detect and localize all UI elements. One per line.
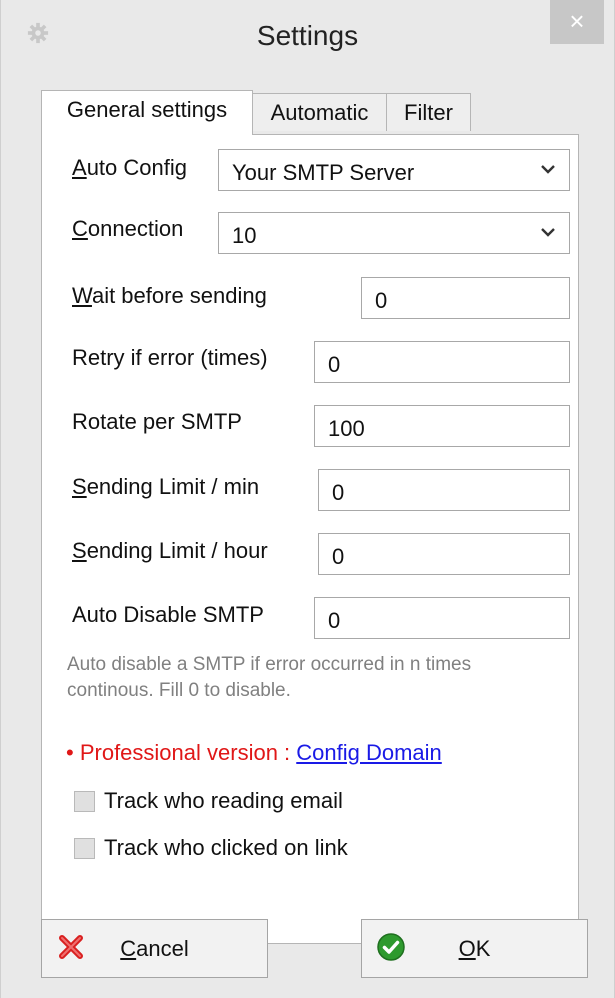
- sending-limit-min-label: Sending Limit / min: [72, 474, 260, 499]
- cancel-label: Cancel: [120, 936, 189, 961]
- general-settings-panel: Auto Config Your SMTP Server Connection …: [41, 134, 579, 944]
- track-reading-row[interactable]: Track who reading email: [74, 788, 343, 814]
- auto-disable-smtp-label: Auto Disable SMTP: [72, 602, 264, 627]
- tab-filter[interactable]: Filter: [386, 93, 471, 131]
- track-clicked-label: Track who clicked on link: [104, 835, 348, 860]
- settings-window: Settings × General settings Automatic Fi…: [0, 0, 615, 998]
- connection-label: Connection: [72, 216, 184, 241]
- tab-general-settings[interactable]: General settings: [41, 90, 253, 135]
- track-reading-label: Track who reading email: [104, 788, 343, 813]
- auto-config-select[interactable]: Your SMTP Server: [218, 149, 570, 191]
- cancel-button[interactable]: Cancel: [41, 919, 268, 978]
- track-reading-checkbox[interactable]: [74, 791, 95, 812]
- wait-before-sending-label: Wait before sending: [72, 283, 267, 308]
- connection-select[interactable]: 10: [218, 212, 570, 254]
- auto-config-value: Your SMTP Server: [232, 160, 415, 185]
- auto-config-label: Auto Config: [72, 155, 187, 180]
- ok-label: OK: [458, 936, 491, 961]
- retry-if-error-input[interactable]: 0: [314, 341, 570, 383]
- professional-version-line: • Professional version : Config Domain: [66, 740, 442, 766]
- ok-button[interactable]: OK: [361, 919, 588, 978]
- connection-value: 10: [232, 223, 257, 248]
- wait-before-sending-input[interactable]: 0: [361, 277, 570, 319]
- tab-label: General settings: [66, 97, 228, 122]
- chevron-down-icon: [541, 165, 555, 174]
- track-clicked-row[interactable]: Track who clicked on link: [74, 835, 348, 861]
- professional-version-label: Professional version :: [79, 740, 297, 765]
- chevron-down-icon: [541, 228, 555, 237]
- track-clicked-checkbox[interactable]: [74, 838, 95, 859]
- config-domain-link[interactable]: Config Domain: [296, 740, 442, 765]
- tab-automatic[interactable]: Automatic: [252, 93, 387, 131]
- tab-label: Filter: [404, 100, 453, 125]
- tab-label: Automatic: [270, 100, 369, 125]
- sending-limit-hour-input[interactable]: 0: [318, 533, 570, 575]
- rotate-per-smtp-label: Rotate per SMTP: [72, 409, 242, 434]
- window-title: Settings: [256, 20, 359, 51]
- dialog-body: General settings Automatic Filter Auto C…: [17, 60, 600, 990]
- sending-limit-min-input[interactable]: 0: [318, 469, 570, 511]
- retry-if-error-label: Retry if error (times): [72, 345, 268, 370]
- professional-bullet: •: [66, 740, 74, 765]
- sending-limit-hour-label: Sending Limit / hour: [72, 538, 268, 563]
- close-button[interactable]: ×: [550, 0, 604, 44]
- auto-disable-hint: Auto disable a SMTP if error occurred in…: [67, 654, 472, 701]
- rotate-per-smtp-input[interactable]: 100: [314, 405, 570, 447]
- auto-disable-smtp-input[interactable]: 0: [314, 597, 570, 639]
- close-icon: ×: [569, 6, 585, 36]
